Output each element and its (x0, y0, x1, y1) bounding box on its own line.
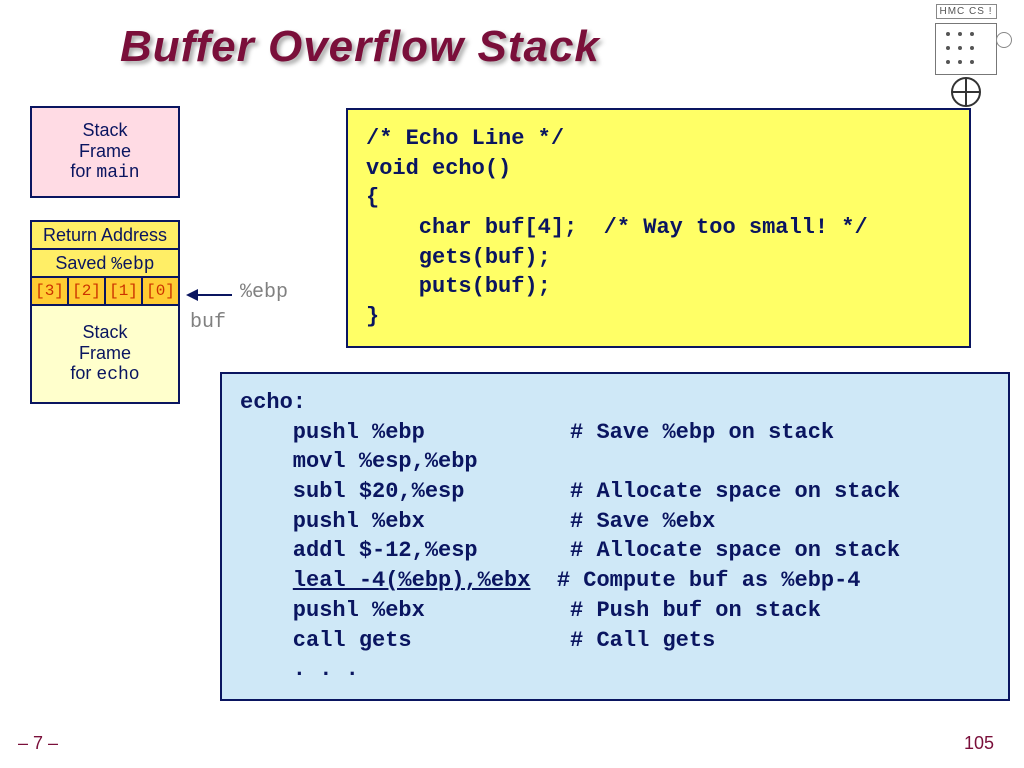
buf-cell-1: [1] (104, 276, 143, 306)
buf-cell-2: [2] (67, 276, 106, 306)
main-frame-l2: Frame (32, 141, 178, 162)
logo-banner: HMC CS ! (936, 4, 997, 19)
return-address-cell: Return Address (30, 220, 180, 250)
hmc-logo: HMC CS ! (916, 4, 1016, 109)
buf-cell-0: [0] (141, 276, 180, 306)
saved-ebp-cell: Saved %ebp (30, 248, 180, 278)
buf-label: buf (190, 311, 226, 334)
echo-frame-l2: Frame (32, 343, 178, 364)
asm-code-box: echo: pushl %ebp # Save %ebp on stack mo… (220, 372, 1010, 701)
stack-frame-echo: Stack Frame for echo (30, 304, 180, 404)
buf-cell-3: [3] (30, 276, 69, 306)
stack-frame-main: Stack Frame for main (30, 106, 180, 198)
main-frame-l1: Stack (32, 120, 178, 141)
ebp-label: %ebp (240, 281, 288, 304)
wheel-icon (951, 77, 981, 107)
footer-page-right: 105 (964, 733, 994, 754)
slide-title: Buffer Overflow Stack (120, 22, 600, 72)
c-code-box: /* Echo Line */ void echo() { char buf[4… (346, 108, 971, 348)
footer-page-left: – 7 – (18, 733, 58, 754)
robot-icon (935, 23, 997, 75)
stack-diagram: Stack Frame for main Return Address Save… (30, 108, 180, 404)
echo-frame-l3: for echo (32, 363, 178, 386)
buf-row: [3] [2] [1] [0] (30, 276, 180, 306)
echo-frame-l1: Stack (32, 322, 178, 343)
main-frame-l3: for main (32, 161, 178, 184)
arrow-ebp-icon (188, 294, 232, 296)
